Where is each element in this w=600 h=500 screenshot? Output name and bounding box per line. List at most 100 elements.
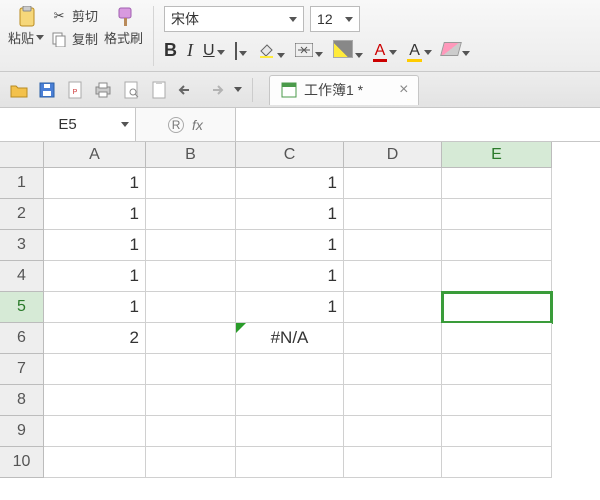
- font-name-select[interactable]: 宋体: [164, 6, 304, 32]
- column-header-D[interactable]: D: [344, 142, 442, 168]
- format-painter-icon: [115, 8, 133, 26]
- row-header-3[interactable]: 3: [0, 230, 44, 261]
- cell-D6[interactable]: [344, 323, 442, 354]
- cell-C10[interactable]: [236, 447, 344, 478]
- cell-A9[interactable]: [44, 416, 146, 447]
- highlight-button[interactable]: [333, 40, 363, 61]
- cell-E8[interactable]: [442, 385, 552, 416]
- column-header-E[interactable]: E: [442, 142, 552, 168]
- cell-B9[interactable]: [146, 416, 236, 447]
- row-header-1[interactable]: 1: [0, 168, 44, 199]
- row-header-6[interactable]: 6: [0, 323, 44, 354]
- column-header-B[interactable]: B: [146, 142, 236, 168]
- cell-D9[interactable]: [344, 416, 442, 447]
- cell-E6[interactable]: [442, 323, 552, 354]
- export-pdf-button[interactable]: P: [64, 79, 86, 101]
- cell-D10[interactable]: [344, 447, 442, 478]
- cell-D1[interactable]: [344, 168, 442, 199]
- cell-D2[interactable]: [344, 199, 442, 230]
- cell-E2[interactable]: [442, 199, 552, 230]
- cell-A5[interactable]: 1: [44, 292, 146, 323]
- document-tab[interactable]: 工作簿1 * ×: [269, 75, 419, 105]
- cell-B3[interactable]: [146, 230, 236, 261]
- close-tab-button[interactable]: ×: [399, 81, 408, 99]
- cell-E4[interactable]: [442, 261, 552, 292]
- cell-C9[interactable]: [236, 416, 344, 447]
- column-header-A[interactable]: A: [44, 142, 146, 168]
- cell-C5[interactable]: 1: [236, 292, 344, 323]
- name-box[interactable]: E5: [0, 108, 136, 141]
- cell-D4[interactable]: [344, 261, 442, 292]
- border-button[interactable]: [235, 43, 247, 59]
- cut-label: 剪切: [72, 6, 98, 25]
- column-header-C[interactable]: C: [236, 142, 344, 168]
- row-header-10[interactable]: 10: [0, 447, 44, 478]
- redo-button[interactable]: [204, 79, 226, 101]
- row-header-8[interactable]: 8: [0, 385, 44, 416]
- open-button[interactable]: [8, 79, 30, 101]
- cell-C4[interactable]: 1: [236, 261, 344, 292]
- row-header-7[interactable]: 7: [0, 354, 44, 385]
- underline-button[interactable]: U: [203, 42, 215, 59]
- copy-button[interactable]: 复制: [50, 29, 98, 48]
- select-all-corner[interactable]: [0, 142, 44, 168]
- cell-A10[interactable]: [44, 447, 146, 478]
- cut-button[interactable]: ✂ 剪切: [50, 6, 98, 25]
- cell-C8[interactable]: [236, 385, 344, 416]
- cell-E1[interactable]: [442, 168, 552, 199]
- cell-E7[interactable]: [442, 354, 552, 385]
- cell-A1[interactable]: 1: [44, 168, 146, 199]
- qat-more-button[interactable]: [234, 87, 242, 92]
- trace-icon[interactable]: R: [168, 117, 184, 133]
- cell-A6[interactable]: 2: [44, 323, 146, 354]
- cell-A2[interactable]: 1: [44, 199, 146, 230]
- merge-button[interactable]: [295, 41, 323, 60]
- formula-input[interactable]: [236, 108, 600, 141]
- cell-B7[interactable]: [146, 354, 236, 385]
- italic-button[interactable]: I: [187, 40, 193, 61]
- cell-B6[interactable]: [146, 323, 236, 354]
- row-header-2[interactable]: 2: [0, 199, 44, 230]
- font-size-select[interactable]: 12: [310, 6, 360, 32]
- cell-C6[interactable]: #N/A: [236, 323, 344, 354]
- clear-format-button[interactable]: [442, 42, 470, 59]
- cell-E10[interactable]: [442, 447, 552, 478]
- cell-A7[interactable]: [44, 354, 146, 385]
- cell-B8[interactable]: [146, 385, 236, 416]
- fill-color-button[interactable]: [257, 41, 285, 61]
- cell-B4[interactable]: [146, 261, 236, 292]
- cell-E3[interactable]: [442, 230, 552, 261]
- row-header-4[interactable]: 4: [0, 261, 44, 292]
- cell-C1[interactable]: 1: [236, 168, 344, 199]
- cell-A4[interactable]: 1: [44, 261, 146, 292]
- cell-B1[interactable]: [146, 168, 236, 199]
- print-preview-button[interactable]: [120, 79, 142, 101]
- cell-A3[interactable]: 1: [44, 230, 146, 261]
- font-color-button[interactable]: A: [373, 42, 388, 62]
- cell-D3[interactable]: [344, 230, 442, 261]
- bold-button[interactable]: B: [164, 40, 177, 61]
- print-button[interactable]: [92, 79, 114, 101]
- row-header-9[interactable]: 9: [0, 416, 44, 447]
- paste-button[interactable]: 粘贴: [8, 8, 44, 47]
- fx-button[interactable]: fx: [192, 117, 203, 133]
- format-painter-button[interactable]: 格式刷: [104, 8, 143, 47]
- cell-D7[interactable]: [344, 354, 442, 385]
- paste-qat-button[interactable]: [148, 79, 170, 101]
- cell-E5[interactable]: [442, 292, 552, 323]
- cell-D5[interactable]: [344, 292, 442, 323]
- cell-C3[interactable]: 1: [236, 230, 344, 261]
- save-button[interactable]: [36, 79, 58, 101]
- cell-C2[interactable]: 1: [236, 199, 344, 230]
- cell-D8[interactable]: [344, 385, 442, 416]
- cell-A8[interactable]: [44, 385, 146, 416]
- cell-B5[interactable]: [146, 292, 236, 323]
- cell-C7[interactable]: [236, 354, 344, 385]
- cell-B2[interactable]: [146, 199, 236, 230]
- undo-button[interactable]: [176, 79, 198, 101]
- highlight-color-button[interactable]: A: [407, 42, 422, 62]
- name-box-value: E5: [58, 116, 76, 133]
- row-header-5[interactable]: 5: [0, 292, 44, 323]
- cell-B10[interactable]: [146, 447, 236, 478]
- cell-E9[interactable]: [442, 416, 552, 447]
